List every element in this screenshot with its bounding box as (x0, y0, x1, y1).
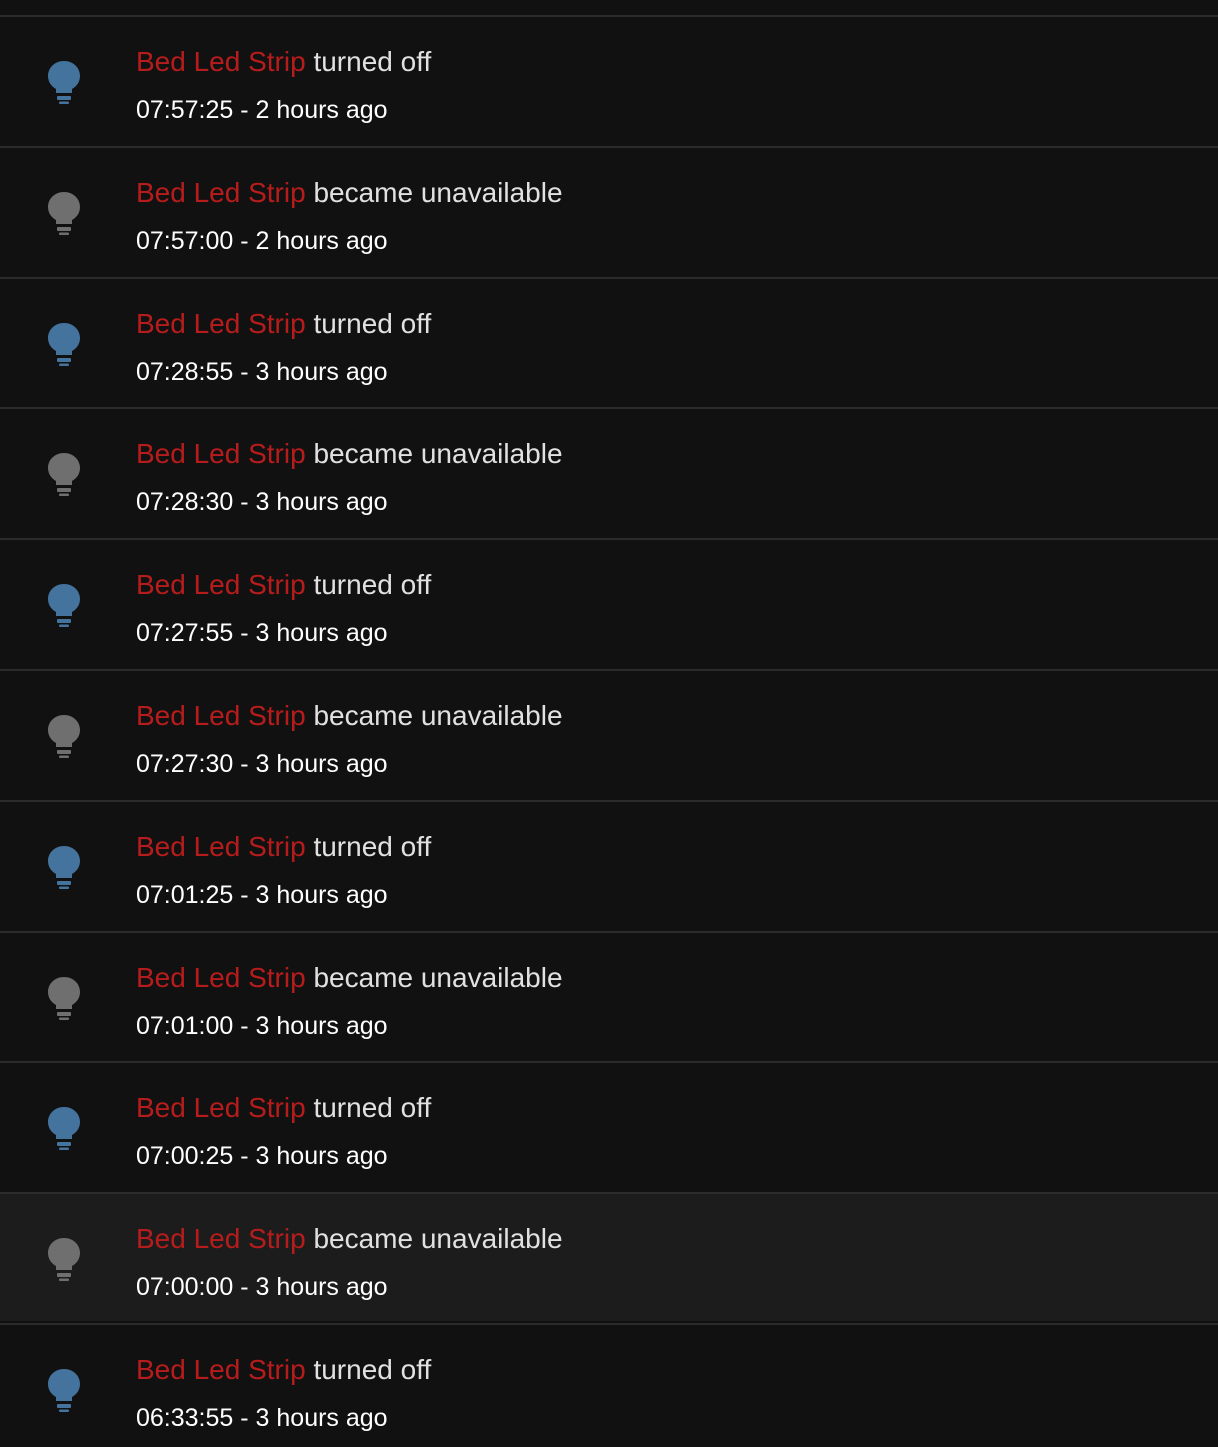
entity-link[interactable]: Bed Led Strip (136, 1223, 306, 1254)
entry-message: Bed Led Strip turned off (136, 830, 431, 864)
lightbulb-icon (48, 845, 80, 890)
logbook-entry: Bed Led Strip turned off 07:01:25 - 3 hou… (0, 799, 1218, 929)
entry-time: 07:28:55 - 3 hours ago (136, 357, 388, 386)
entry-time: 07:57:00 - 2 hours ago (136, 226, 388, 255)
entry-action-text: turned off (313, 830, 432, 862)
entry-message: Bed Led Strip became unavailable (136, 961, 563, 995)
entity-link[interactable]: Bed Led Strip (136, 1092, 306, 1123)
entity-link[interactable]: Bed Led Strip (136, 1354, 306, 1385)
entry-action-text: became unavailable (313, 176, 563, 208)
entry-action-text: turned off (313, 1354, 432, 1385)
entry-message: Bed Led Strip turned off (136, 568, 431, 602)
lightbulb-icon (48, 1238, 80, 1282)
entity-link[interactable]: Bed Led Strip (136, 438, 306, 469)
logbook-entry: Bed Led Strip became unavailable 07:28:30… (0, 407, 1218, 537)
entry-message: Bed Led Strip turned off (136, 45, 431, 79)
lightbulb-icon (48, 1369, 80, 1413)
logbook-entry: Bed Led Strip turned off 07:27:55 - 3 hou… (0, 538, 1218, 668)
logbook-list: Bed Led Strip turned off 07:57:25 - 2 hou… (0, 0, 1218, 1447)
entry-time: 06:33:55 - 3 hours ago (136, 1404, 388, 1432)
entry-time: 07:00:00 - 3 hours ago (136, 1273, 388, 1302)
logbook-entry: Bed Led Strip turned off 07:57:25 - 2 hou… (0, 15, 1218, 144)
entry-action-text: turned off (313, 1092, 432, 1124)
logbook-entry: Bed Led Strip turned off 06:33:55 - 3 hou… (0, 1323, 1218, 1447)
logbook-entry: Bed Led Strip became unavailable 07:00:00… (0, 1192, 1218, 1322)
entry-message: Bed Led Strip turned off (136, 1091, 431, 1125)
entity-link[interactable]: Bed Led Strip (136, 46, 306, 77)
logbook-entry: Bed Led Strip became unavailable 07:27:30… (0, 669, 1218, 798)
entry-time: 07:28:30 - 3 hours ago (136, 488, 388, 517)
entry-time: 07:01:00 - 3 hours ago (136, 1011, 388, 1040)
entry-message: Bed Led Strip became unavailable (136, 699, 563, 733)
logbook-entry: Bed Led Strip became unavailable 07:01:00… (0, 930, 1218, 1060)
entity-link[interactable]: Bed Led Strip (136, 962, 306, 993)
lightbulb-icon (48, 322, 80, 367)
entry-message: Bed Led Strip became unavailable (136, 437, 563, 471)
entity-link[interactable]: Bed Led Strip (136, 177, 306, 208)
entity-link[interactable]: Bed Led Strip (136, 831, 306, 862)
entry-time: 07:00:25 - 3 hours ago (136, 1142, 388, 1171)
logbook-entry: Bed Led Strip became unavailable 07:57:00… (0, 145, 1218, 275)
lightbulb-icon (48, 453, 80, 497)
entry-message: Bed Led Strip turned off (136, 1353, 431, 1387)
entry-time: 07:57:25 - 2 hours ago (136, 96, 388, 124)
entity-link[interactable]: Bed Led Strip (136, 700, 306, 731)
entity-link[interactable]: Bed Led Strip (136, 569, 306, 600)
entry-time: 07:27:55 - 3 hours ago (136, 619, 388, 648)
lightbulb-icon (48, 715, 80, 759)
lightbulb-icon (48, 61, 80, 105)
lightbulb-icon (48, 584, 80, 628)
entry-message: Bed Led Strip became unavailable (136, 1222, 563, 1256)
entry-action-text: turned off (313, 307, 432, 339)
lightbulb-icon (48, 1107, 80, 1151)
logbook-entry: Bed Led Strip turned off 07:28:55 - 3 hou… (0, 276, 1218, 406)
entry-action-text: became unavailable (313, 438, 563, 470)
entry-message: Bed Led Strip became unavailable (136, 176, 563, 210)
logbook-entry: Bed Led Strip turned off 07:00:25 - 3 hou… (0, 1061, 1218, 1191)
entry-action-text: turned off (313, 46, 432, 77)
entry-message: Bed Led Strip turned off (136, 307, 431, 341)
entity-link[interactable]: Bed Led Strip (136, 308, 306, 339)
entry-time: 07:01:25 - 3 hours ago (136, 880, 388, 909)
entry-action-text: became unavailable (313, 700, 563, 731)
entry-action-text: became unavailable (313, 1223, 563, 1255)
lightbulb-icon (48, 191, 80, 236)
lightbulb-icon (48, 976, 80, 1021)
entry-action-text: turned off (313, 569, 432, 601)
entry-time: 07:27:30 - 3 hours ago (136, 750, 388, 778)
entry-action-text: became unavailable (313, 961, 563, 993)
